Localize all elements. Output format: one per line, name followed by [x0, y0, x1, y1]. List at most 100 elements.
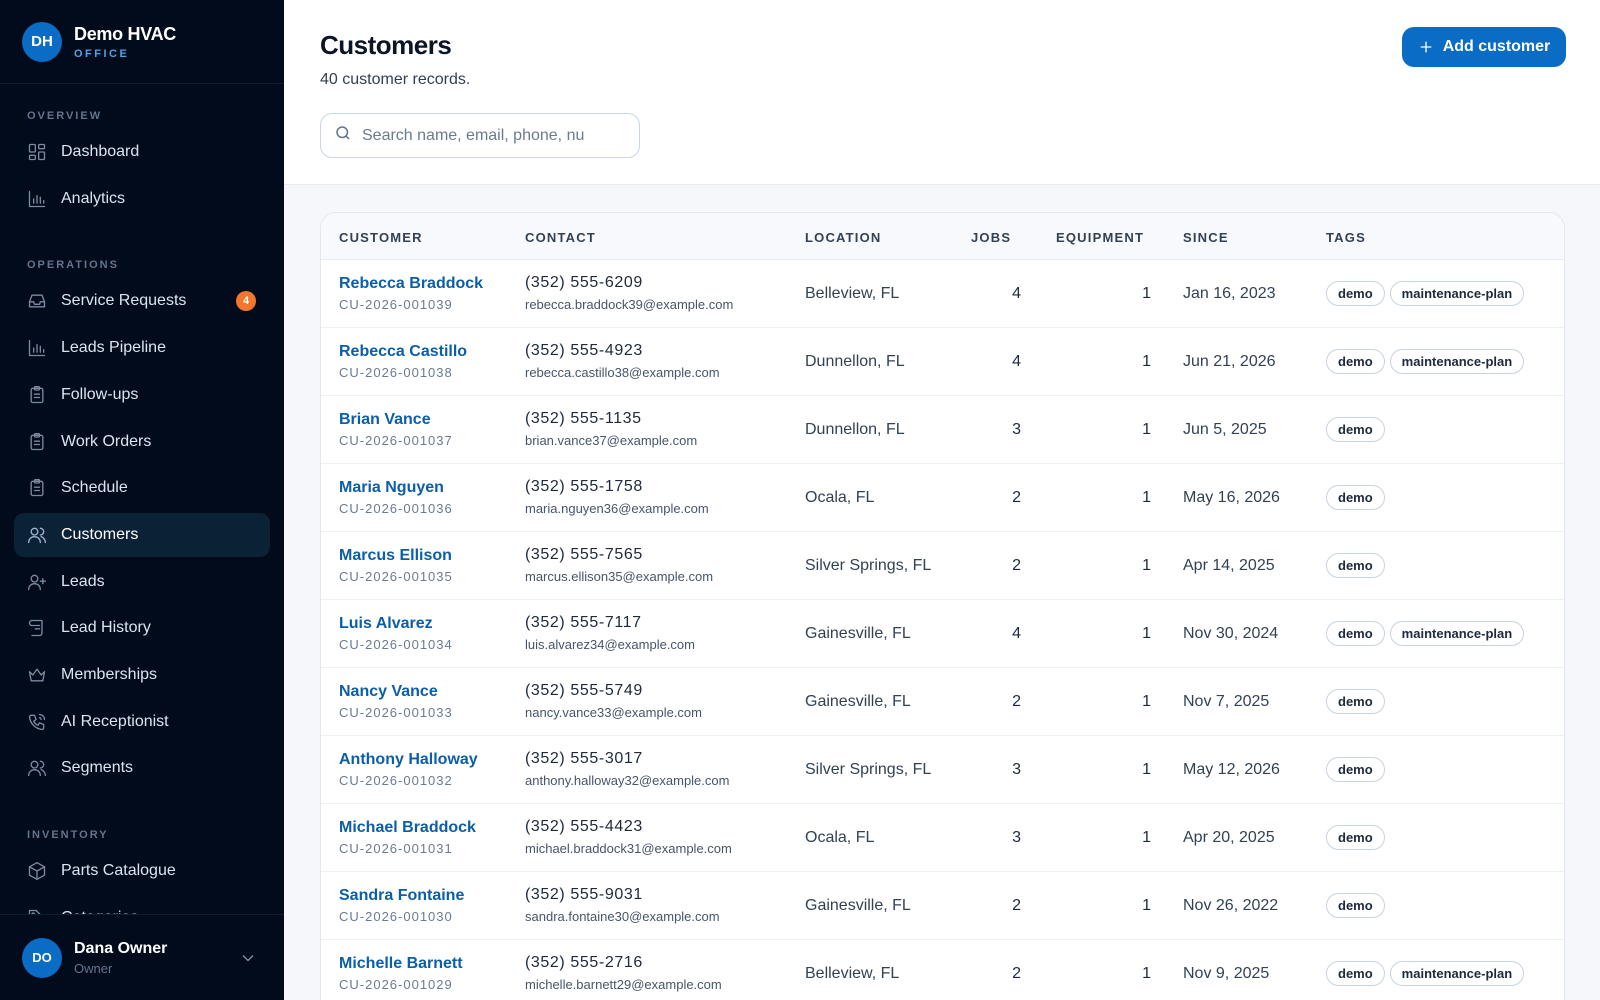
customer-email[interactable]: sandra.fontaine30@example.com — [525, 909, 720, 924]
customer-phone[interactable]: (352) 555-1135 — [525, 410, 642, 428]
customer-phone[interactable]: (352) 555-7565 — [525, 546, 643, 564]
customer-email[interactable]: brian.vance37@example.com — [525, 433, 697, 448]
table-row[interactable]: Anthony Halloway CU-2026-001032 (352) 555-… — [321, 736, 1564, 804]
customer-phone[interactable]: (352) 555-4923 — [525, 342, 643, 360]
customer-email[interactable]: maria.nguyen36@example.com — [525, 501, 709, 516]
search-box[interactable] — [320, 113, 640, 158]
customer-name-link[interactable]: Anthony Halloway — [339, 751, 478, 769]
customer-name-link[interactable]: Michael Braddock — [339, 819, 476, 837]
customer-name-link[interactable]: Rebecca Castillo — [339, 343, 467, 361]
customer-email[interactable]: rebecca.braddock39@example.com — [525, 297, 733, 312]
column-header-equipment[interactable]: EQUIPMENT — [1056, 230, 1144, 245]
customer-name-link[interactable]: Michelle Barnett — [339, 955, 463, 973]
tag-list: demo maintenance-plan — [1326, 621, 1525, 646]
customer-name-link[interactable]: Nancy Vance — [339, 683, 438, 701]
sidebar-item-leads-pipeline[interactable]: Leads Pipeline — [14, 326, 270, 370]
table-row[interactable]: Rebecca Braddock CU-2026-001039 (352) 555-… — [321, 260, 1564, 328]
table-row[interactable]: Luis Alvarez CU-2026-001034 (352) 555-7117… — [321, 600, 1564, 668]
inbox-icon — [27, 291, 47, 311]
search-icon — [334, 124, 352, 147]
sidebar-item-categories[interactable]: Categories — [14, 896, 270, 914]
add-customer-label: Add customer — [1442, 38, 1551, 55]
customer-name-link[interactable]: Maria Nguyen — [339, 479, 444, 497]
customer-phone[interactable]: (352) 555-3017 — [525, 750, 643, 768]
customer-phone[interactable]: (352) 555-9031 — [525, 886, 643, 904]
customer-name-link[interactable]: Marcus Ellison — [339, 547, 452, 565]
table-row[interactable]: Marcus Ellison CU-2026-001035 (352) 555-75… — [321, 532, 1564, 600]
column-header-jobs[interactable]: JOBS — [971, 230, 1011, 245]
customer-email[interactable]: nancy.vance33@example.com — [525, 705, 702, 720]
customer-since: Apr 20, 2025 — [1183, 829, 1275, 846]
sidebar-item-work-orders[interactable]: Work Orders — [14, 420, 270, 464]
equipment-count: 1 — [1142, 421, 1151, 438]
table-row[interactable]: Nancy Vance CU-2026-001033 (352) 555-5749 n… — [321, 668, 1564, 736]
tag-badge: demo — [1326, 485, 1385, 510]
table-row[interactable]: Michelle Barnett CU-2026-001029 (352) 555-… — [321, 940, 1564, 1000]
customer-since: Apr 14, 2025 — [1183, 557, 1275, 574]
column-header-tags[interactable]: TAGS — [1326, 230, 1366, 245]
customer-phone[interactable]: (352) 555-2716 — [525, 954, 643, 972]
column-header-since[interactable]: SINCE — [1183, 230, 1229, 245]
table-row[interactable]: Maria Nguyen CU-2026-001036 (352) 555-1758… — [321, 464, 1564, 532]
tag-badge: maintenance-plan — [1389, 349, 1525, 374]
customer-phone[interactable]: (352) 555-4423 — [525, 818, 643, 836]
customer-email[interactable]: luis.alvarez34@example.com — [525, 637, 695, 652]
sidebar-item-segments[interactable]: Segments — [14, 746, 270, 790]
column-header-location[interactable]: LOCATION — [805, 230, 882, 245]
customer-phone[interactable]: (352) 555-7117 — [525, 614, 642, 632]
tag-badge: maintenance-plan — [1389, 961, 1525, 986]
customer-name-link[interactable]: Sandra Fontaine — [339, 887, 464, 905]
sidebar-item-schedule[interactable]: Schedule — [14, 466, 270, 510]
tag-list: demo — [1326, 757, 1385, 782]
customer-name-link[interactable]: Brian Vance — [339, 411, 431, 429]
customer-email[interactable]: anthony.halloway32@example.com — [525, 773, 729, 788]
sidebar-item-customers[interactable]: Customers — [14, 512, 270, 557]
users-icon — [27, 758, 47, 778]
search-input[interactable] — [362, 126, 584, 145]
sidebar-item-service-requests[interactable]: Service Requests 4 — [14, 279, 270, 323]
equipment-count: 1 — [1142, 897, 1151, 914]
scroll-icon — [27, 618, 47, 638]
user-menu[interactable]: DO Dana Owner Owner — [0, 914, 284, 1000]
customer-email[interactable]: marcus.ellison35@example.com — [525, 569, 713, 584]
customer-email[interactable]: michelle.barnett29@example.com — [525, 977, 722, 992]
table-row[interactable]: Rebecca Castillo CU-2026-001038 (352) 555-… — [321, 328, 1564, 396]
customer-since: Nov 26, 2022 — [1183, 897, 1279, 914]
column-header-customer[interactable]: CUSTOMER — [339, 230, 423, 245]
column-header-contact[interactable]: CONTACT — [525, 230, 596, 245]
chevron-down-icon[interactable] — [238, 948, 258, 968]
customer-id: CU-2026-001037 — [339, 433, 453, 448]
table-row[interactable]: Sandra Fontaine CU-2026-001030 (352) 555-9… — [321, 872, 1564, 940]
table-row[interactable]: Michael Braddock CU-2026-001031 (352) 555-… — [321, 804, 1564, 872]
table-header: CUSTOMER CONTACT LOCATION JOBS EQUIPMENT SINC… — [321, 213, 1564, 260]
customer-email[interactable]: michael.braddock31@example.com — [525, 841, 732, 856]
user-name: Dana Owner — [74, 939, 168, 957]
customer-name-link[interactable]: Luis Alvarez — [339, 615, 433, 633]
table-row[interactable]: Brian Vance CU-2026-001037 (352) 555-1135 b… — [321, 396, 1564, 464]
jobs-count: 4 — [1012, 285, 1021, 302]
customer-name-link[interactable]: Rebecca Braddock — [339, 275, 483, 293]
plus-icon — [1420, 41, 1432, 53]
customer-location: Gainesville, FL — [805, 693, 911, 710]
sidebar-item-label: Work Orders — [61, 432, 152, 450]
sidebar-item-analytics[interactable]: Analytics — [14, 177, 270, 221]
sidebar-item-leads[interactable]: Leads — [14, 560, 270, 604]
sidebar-item-lead-history[interactable]: Lead History — [14, 606, 270, 650]
sidebar-item-memberships[interactable]: Memberships — [14, 653, 270, 697]
add-customer-button[interactable]: Add customer — [1402, 27, 1566, 67]
customer-id: CU-2026-001036 — [339, 501, 453, 516]
customer-email[interactable]: rebecca.castillo38@example.com — [525, 365, 720, 380]
customer-phone[interactable]: (352) 555-1758 — [525, 478, 643, 496]
sidebar-item-follow-ups[interactable]: Follow-ups — [14, 373, 270, 417]
analytics-icon — [27, 189, 47, 209]
sidebar-item-dashboard[interactable]: Dashboard — [14, 130, 270, 174]
user-role: Owner — [74, 960, 113, 976]
customer-id: CU-2026-001033 — [339, 705, 453, 720]
customer-phone[interactable]: (352) 555-5749 — [525, 682, 643, 700]
sidebar-item-parts-catalogue[interactable]: Parts Catalogue — [14, 849, 270, 893]
sidebar-item-ai-receptionist[interactable]: AI Receptionist — [14, 700, 270, 744]
customer-since: Jan 16, 2023 — [1183, 285, 1276, 302]
package-icon — [27, 861, 47, 881]
customer-phone[interactable]: (352) 555-6209 — [525, 274, 643, 292]
brand[interactable]: DH Demo HVAC OFFICE — [0, 0, 284, 84]
